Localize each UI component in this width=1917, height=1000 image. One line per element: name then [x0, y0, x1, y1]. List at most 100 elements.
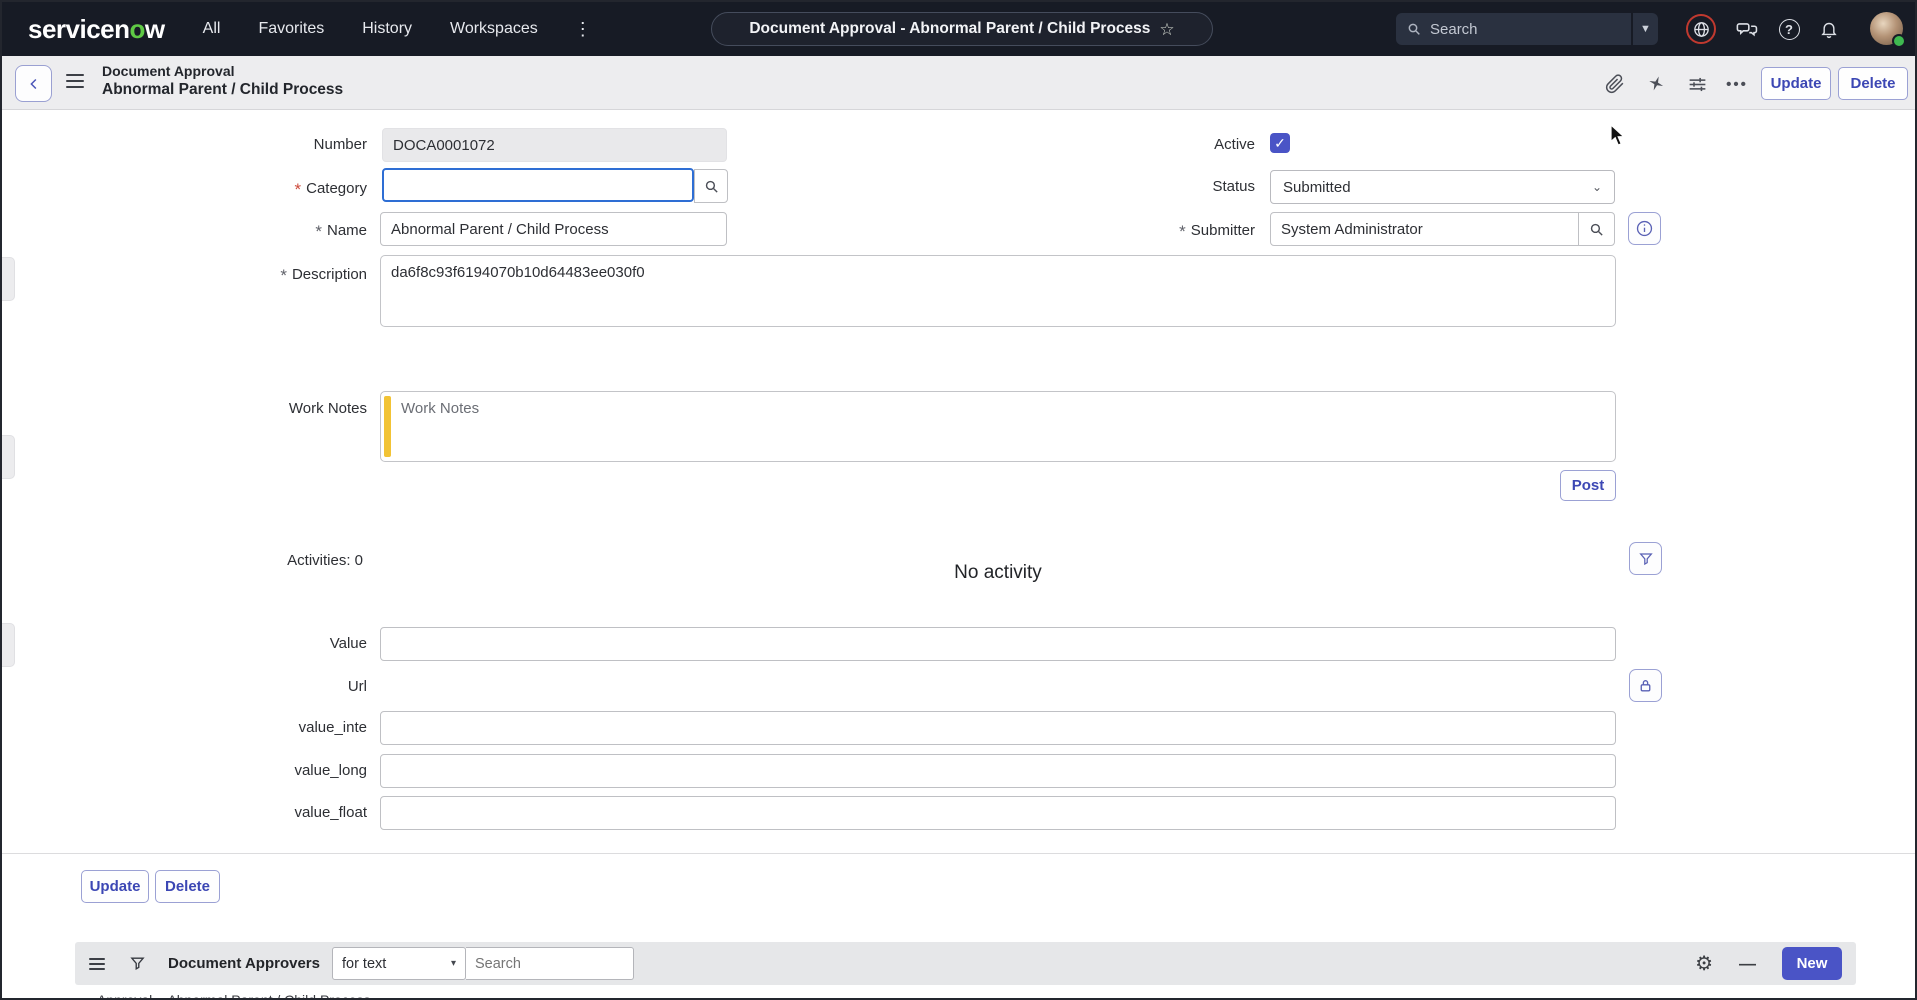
favorite-star-icon[interactable]: ☆: [1159, 21, 1174, 38]
context-record-pill[interactable]: Document Approval - Abnormal Parent / Ch…: [711, 12, 1213, 46]
form-context-menu-icon[interactable]: [66, 74, 84, 88]
primary-nav: All Favorites History Workspaces: [203, 20, 538, 38]
global-search: [1396, 13, 1631, 45]
value-long-input[interactable]: [380, 754, 1616, 788]
category-label: *Category: [2, 178, 367, 198]
activity-filter-button[interactable]: [1629, 542, 1662, 575]
check-icon: ✓: [1274, 135, 1286, 152]
record-title: Document Approval Abnormal Parent / Chil…: [102, 63, 343, 99]
number-label: Number: [2, 136, 367, 153]
required-marker: *: [315, 222, 322, 241]
value-float-input[interactable]: [380, 796, 1616, 830]
no-activity-message: No activity: [380, 562, 1616, 584]
name-label: *Name: [2, 220, 367, 240]
personalize-sliders-icon[interactable]: [1684, 71, 1710, 97]
post-button[interactable]: Post: [1560, 470, 1616, 501]
related-list-menu-icon[interactable]: [89, 958, 105, 970]
user-avatar[interactable]: [1870, 12, 1903, 45]
attachment-paperclip-icon[interactable]: [1602, 71, 1628, 97]
work-notes-textarea[interactable]: [397, 392, 1613, 457]
top-nav: servicenow All Favorites History Workspa…: [2, 2, 1915, 56]
edge-tab: [2, 623, 15, 667]
chevron-down-icon: ⌄: [1592, 180, 1602, 194]
work-notes-field: [380, 391, 1616, 462]
activities-count-label: Activities: 0: [2, 552, 363, 569]
mouse-cursor: [1610, 124, 1627, 148]
global-search-input[interactable]: [1430, 21, 1600, 38]
nav-history[interactable]: History: [362, 20, 412, 38]
search-icon: [703, 178, 720, 195]
status-label: Status: [1002, 178, 1255, 195]
update-button[interactable]: Update: [1761, 67, 1831, 100]
work-notes-label: Work Notes: [2, 400, 367, 417]
table-name: Document Approval: [102, 63, 343, 79]
form-footer-divider: [2, 853, 1915, 854]
related-list-search-field-select[interactable]: for text ▾: [332, 947, 466, 980]
more-menus-icon[interactable]: ⋮: [574, 19, 592, 40]
footer-delete-button[interactable]: Delete: [155, 870, 220, 903]
url-lock-button[interactable]: [1629, 669, 1662, 702]
notifications-bell-icon[interactable]: [1814, 14, 1844, 44]
nav-workspaces[interactable]: Workspaces: [450, 20, 538, 38]
number-input[interactable]: [382, 128, 727, 162]
sparkle-icon[interactable]: [1643, 71, 1669, 97]
url-label: Url: [2, 678, 367, 695]
edge-tab: [2, 435, 15, 479]
nav-favorites[interactable]: Favorites: [258, 20, 324, 38]
submitter-label: *Submitter: [1002, 220, 1255, 240]
work-notes-stripe: [384, 396, 391, 457]
connect-chat-icon[interactable]: [1732, 14, 1762, 44]
footer-update-button[interactable]: Update: [81, 870, 149, 903]
chevron-left-icon: [25, 75, 43, 93]
more-options-icon[interactable]: •••: [1724, 71, 1750, 97]
globe-icon[interactable]: [1686, 14, 1716, 44]
info-icon: [1635, 219, 1654, 238]
related-list-new-button[interactable]: New: [1782, 947, 1842, 980]
related-list-title: Document Approvers: [168, 955, 320, 972]
category-lookup-button[interactable]: [694, 169, 728, 203]
presence-status-dot: [1894, 36, 1904, 46]
value-float-label: value_float: [2, 804, 367, 821]
description-textarea[interactable]: da6f8c93f6194070b10d64483ee030f0: [380, 255, 1616, 327]
value-inte-label: value_inte: [2, 719, 367, 736]
funnel-icon: [1638, 551, 1654, 567]
context-record-title: Document Approval - Abnormal Parent / Ch…: [749, 20, 1150, 38]
active-checkbox[interactable]: ✓: [1270, 133, 1290, 153]
servicenow-app-window: servicenow All Favorites History Workspa…: [0, 0, 1917, 1000]
value-inte-input[interactable]: [380, 711, 1616, 745]
related-list-filter-icon[interactable]: [129, 955, 146, 972]
active-label: Active: [1002, 136, 1255, 153]
value-long-label: value_long: [2, 762, 367, 779]
status-select[interactable]: Submitted ⌄: [1270, 170, 1615, 204]
category-input[interactable]: [382, 168, 694, 202]
submitter-lookup-button[interactable]: [1578, 213, 1614, 245]
search-scope-dropdown[interactable]: ▼: [1632, 13, 1658, 45]
lock-icon: [1637, 677, 1654, 694]
record-name: Abnormal Parent / Child Process: [102, 81, 343, 99]
related-list-breadcrumb-partial: Approval = Abnormal Parent / Child Proce…: [97, 992, 371, 1000]
servicenow-logo[interactable]: servicenow: [28, 14, 165, 45]
submitter-input[interactable]: [1271, 221, 1578, 238]
related-list-header: Document Approvers for text ▾ ⚙ — New: [75, 942, 1856, 985]
submitter-preview-button[interactable]: [1628, 212, 1661, 245]
help-icon[interactable]: ?: [1774, 14, 1804, 44]
nav-all[interactable]: All: [203, 20, 221, 38]
search-icon: [1406, 21, 1422, 37]
required-marker: *: [280, 266, 287, 285]
value-label: Value: [2, 635, 367, 652]
related-list-collapse-icon[interactable]: —: [1739, 954, 1756, 974]
search-icon: [1588, 221, 1605, 238]
back-button[interactable]: [15, 65, 52, 102]
description-label: *Description: [2, 264, 367, 284]
record-header: Document Approval Abnormal Parent / Chil…: [2, 56, 1915, 110]
status-selected-value: Submitted: [1283, 179, 1351, 196]
delete-button[interactable]: Delete: [1838, 67, 1908, 100]
caret-down-icon: ▾: [451, 958, 456, 969]
submitter-reference: [1270, 212, 1615, 246]
name-input[interactable]: [380, 212, 727, 246]
related-list-settings-gear-icon[interactable]: ⚙: [1695, 951, 1713, 976]
value-input[interactable]: [380, 627, 1616, 661]
related-list-search-input[interactable]: [466, 947, 634, 980]
required-marker: *: [1179, 222, 1186, 241]
edge-tab: [2, 257, 15, 301]
